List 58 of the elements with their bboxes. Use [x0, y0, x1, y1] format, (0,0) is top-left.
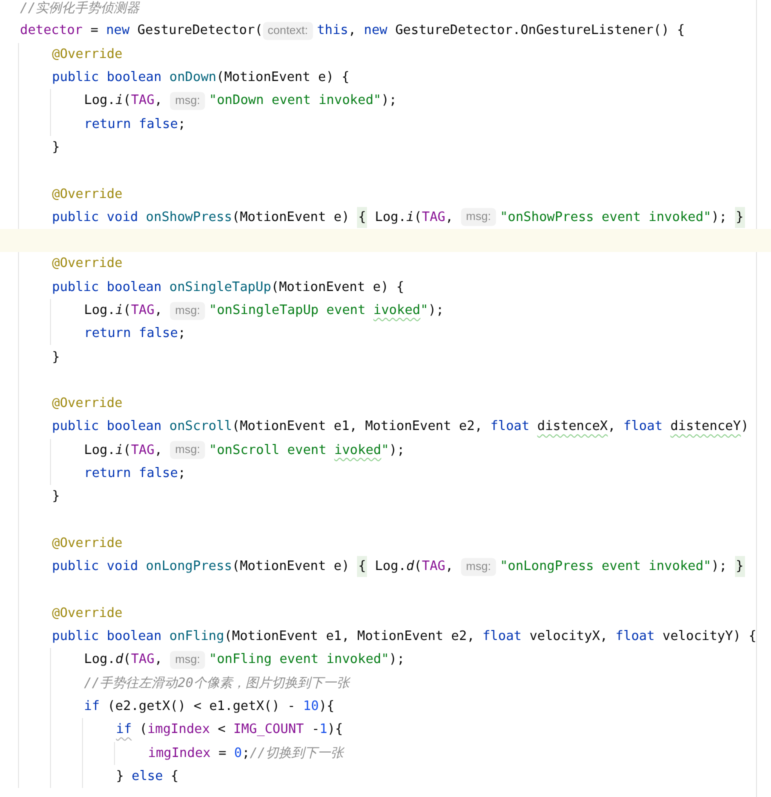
code-text: @Override: [52, 46, 122, 62]
code-text: "onFling event invoked");: [209, 652, 405, 668]
code-text: public void onLongPress(MotionEvent e): [52, 559, 350, 574]
folded-brace[interactable]: {: [357, 206, 368, 228]
code-text: "onScroll event: [209, 442, 328, 458]
code-text: Log.d(TAG,: [374, 559, 454, 574]
code-text: return false;: [84, 116, 186, 132]
code-text: }: [52, 489, 60, 504]
parameter-hint: msg:: [170, 92, 206, 110]
code-text: }: [52, 350, 60, 365]
warning-word: if: [116, 722, 132, 738]
code-text: @Override: [52, 536, 122, 551]
code-text: public boolean onDown(MotionEvent e) {: [52, 70, 350, 86]
code-text: public boolean onSingleTapUp(MotionEvent e) {: [52, 280, 404, 295]
code-text: @Override: [52, 396, 122, 412]
code-text: , float: [608, 419, 664, 434]
parameter-hint: msg:: [170, 650, 206, 669]
code-text: @Override: [52, 186, 122, 202]
code-text: public boolean onScroll(MotionEvent e1, MotionEvent e2, float: [52, 419, 530, 434]
folded-brace[interactable]: }: [734, 206, 745, 228]
code-text: return false;: [84, 326, 186, 342]
parameter-hint: msg:: [170, 441, 206, 460]
code-text: Log.i(TAG,: [84, 303, 164, 318]
code-text: }: [52, 140, 60, 155]
code-text: detector = new GestureDetector(: [20, 23, 263, 38]
parameter-hint: msg:: [461, 208, 496, 226]
code-text: @Override: [52, 606, 122, 621]
code-text: "onLongPress event invoked");: [500, 559, 728, 574]
folded-brace[interactable]: }: [734, 556, 745, 578]
code-text: this, new GestureDetector.OnGestureListener() {: [316, 23, 685, 38]
code-text: "onShowPress event invoked");: [500, 210, 728, 225]
misspelled-word: ivoked: [373, 303, 420, 318]
misspelled-word: distenceY: [670, 419, 741, 434]
code-text: "onDown event invoked");: [209, 93, 397, 108]
parameter-hint: msg:: [170, 302, 206, 320]
code-text: (imgIndex < IMG_COUNT -1){: [138, 722, 344, 738]
folded-brace[interactable]: {: [357, 556, 368, 578]
parameter-hint: context:: [262, 22, 313, 40]
code-text: //手势往左滑动20个像素，图片切换到下一张: [84, 675, 350, 692]
code-text: Log.i(TAG,: [374, 210, 454, 225]
code-text: ): [740, 419, 749, 434]
misspelled-word: ivoked: [334, 442, 382, 458]
code-text: public void onShowPress(MotionEvent e): [52, 210, 350, 225]
code-text: @Override: [52, 256, 122, 272]
code-text: Log.i(TAG,: [84, 93, 164, 108]
code-text: return false;: [84, 466, 186, 482]
code-text: "onSingleTapUp event: [209, 303, 367, 318]
code-text: Log.d(TAG,: [84, 652, 164, 668]
code-text: ");: [420, 303, 444, 318]
code-text: public boolean onFling(MotionEvent e1, MotionEvent e2, float velocityX, float velocityY) {: [52, 629, 756, 644]
parameter-hint: msg:: [461, 558, 496, 576]
code-text: ");: [381, 442, 405, 458]
code-text: //实例化手势侦测器: [20, 0, 140, 17]
code-text: if (e2.getX() < e1.getX() - 10){: [84, 699, 334, 714]
code-text: imgIndex = 0;//切换到下一张: [148, 745, 344, 762]
code-text: Log.i(TAG,: [84, 442, 164, 458]
misspelled-word: distenceX: [537, 419, 608, 434]
code-text: } else {: [116, 768, 179, 784]
